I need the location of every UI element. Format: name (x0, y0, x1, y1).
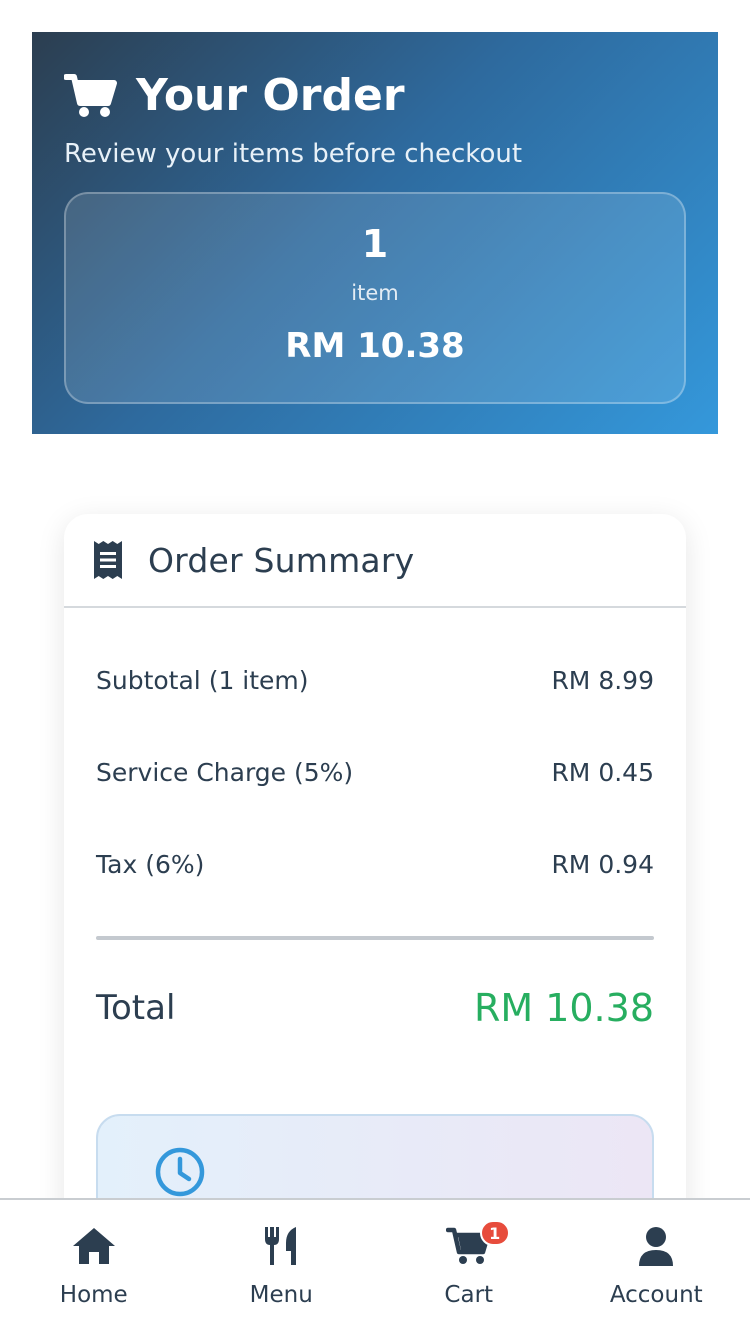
nav-label-menu: Menu (249, 1282, 313, 1308)
home-icon (71, 1224, 117, 1268)
order-summary-header: Order Summary (64, 514, 686, 608)
item-count: 1 (361, 222, 389, 266)
service-charge-label: Service Charge (5%) (96, 757, 354, 787)
cart-icon: 1 (445, 1220, 510, 1268)
total-amount: RM 10.38 (473, 986, 654, 1030)
page-subtitle: Review your items before checkout (64, 139, 523, 169)
utensils-icon (262, 1224, 300, 1268)
cart-icon (64, 72, 120, 120)
order-total-amount: RM 10.38 (285, 326, 465, 366)
hero-title-row: Your Order (64, 68, 686, 124)
clock-icon (154, 1146, 206, 1198)
subtotal-label: Subtotal (1 item) (96, 665, 309, 695)
total-row: Total RM 10.38 (64, 940, 686, 1076)
item-unit-label: item (351, 281, 399, 305)
order-overview: 1 item RM 10.38 (64, 192, 686, 404)
nav-item-menu[interactable]: Menu (188, 1200, 376, 1334)
service-charge-row: Service Charge (5%) RM 0.45 (96, 726, 654, 818)
bottom-nav: Home Menu 1 Cart Account (0, 1198, 750, 1334)
subtotal-amount: RM 8.99 (551, 665, 654, 695)
tax-amount: RM 0.94 (551, 849, 654, 879)
receipt-icon (94, 540, 126, 580)
subtotal-row: Subtotal (1 item) RM 8.99 (96, 634, 654, 726)
nav-label-home: Home (59, 1282, 128, 1308)
tax-label: Tax (6%) (96, 849, 205, 879)
nav-item-account[interactable]: Account (563, 1200, 750, 1334)
page-title: Your Order (136, 70, 405, 121)
nav-label-cart: Cart (444, 1282, 494, 1308)
service-charge-amount: RM 0.45 (551, 757, 654, 787)
summary-rows: Subtotal (1 item) RM 8.99 Service Charge… (64, 634, 686, 910)
order-summary-card: Order Summary Subtotal (1 item) RM 8.99 … (64, 514, 686, 1274)
order-hero: Your Order Review your items before chec… (32, 32, 718, 434)
total-label: Total (96, 988, 176, 1028)
user-icon (637, 1224, 675, 1268)
nav-item-cart[interactable]: 1 Cart (375, 1200, 563, 1334)
nav-item-home[interactable]: Home (0, 1200, 188, 1334)
tax-row: Tax (6%) RM 0.94 (96, 818, 654, 910)
order-summary-title: Order Summary (148, 540, 415, 580)
nav-label-account: Account (609, 1282, 703, 1308)
cart-badge: 1 (479, 1220, 510, 1246)
